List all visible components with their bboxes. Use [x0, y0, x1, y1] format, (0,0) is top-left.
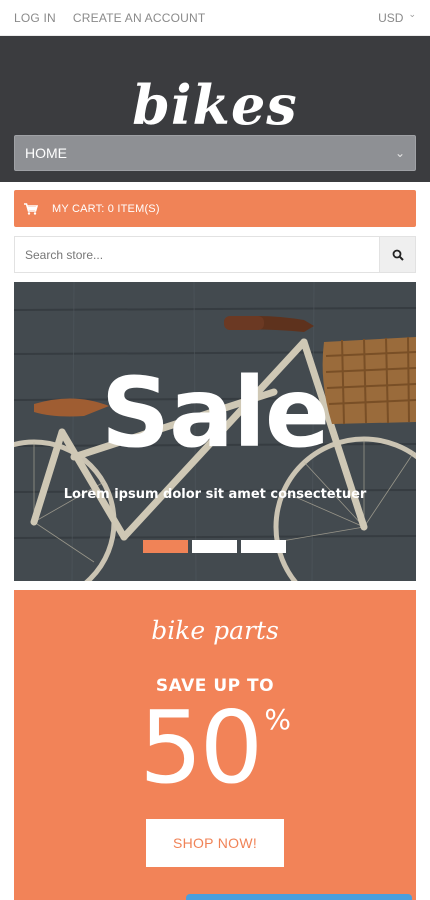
search-icon [392, 249, 404, 261]
banner-subtitle: Lorem ipsum dolor sit amet consectetuer [63, 487, 367, 502]
chevron-down-icon: ⌄ [394, 146, 405, 160]
next-banner-edge [186, 894, 412, 900]
slider-pagination [143, 540, 286, 553]
search-input[interactable] [15, 237, 379, 272]
promo-script-title: bike parts [151, 616, 279, 645]
promo-percent-sign: % [264, 703, 291, 736]
create-account-link[interactable]: CREATE AN ACCOUNT [73, 11, 206, 25]
promo-banner: bike parts SAVE UP TO 50% SHOP NOW! [14, 590, 416, 900]
shop-now-button[interactable]: SHOP NOW! [146, 819, 284, 867]
hero-banner[interactable]: Sale Lorem ipsum dolor sit amet consecte… [14, 282, 416, 581]
top-bar: LOG IN CREATE AN ACCOUNT USD ⌄ [0, 0, 430, 36]
site-header: bikes HOME ⌄ [0, 36, 430, 182]
slider-dot[interactable] [143, 540, 188, 553]
site-logo[interactable]: bikes [0, 78, 430, 132]
currency-label: USD [378, 10, 404, 25]
login-link[interactable]: LOG IN [14, 11, 56, 25]
slider-dot[interactable] [241, 540, 286, 553]
nav-menu-select[interactable]: HOME ⌄ [14, 135, 416, 171]
slider-dot[interactable] [192, 540, 237, 553]
currency-selector[interactable]: USD ⌄ [378, 9, 416, 25]
promo-percent: 50% [14, 698, 416, 798]
chevron-down-icon: ⌄ [408, 9, 416, 19]
search-button[interactable] [379, 237, 415, 272]
banner-title: Sale [101, 357, 330, 469]
shopping-cart-icon [24, 202, 46, 216]
promo-percent-value: 50 [139, 689, 263, 806]
search-bar [14, 236, 416, 273]
cart-button[interactable]: MY CART: 0 ITEM(S) [14, 190, 416, 227]
nav-selected-label: HOME [25, 145, 67, 161]
cart-label: MY CART: 0 ITEM(S) [52, 202, 160, 215]
